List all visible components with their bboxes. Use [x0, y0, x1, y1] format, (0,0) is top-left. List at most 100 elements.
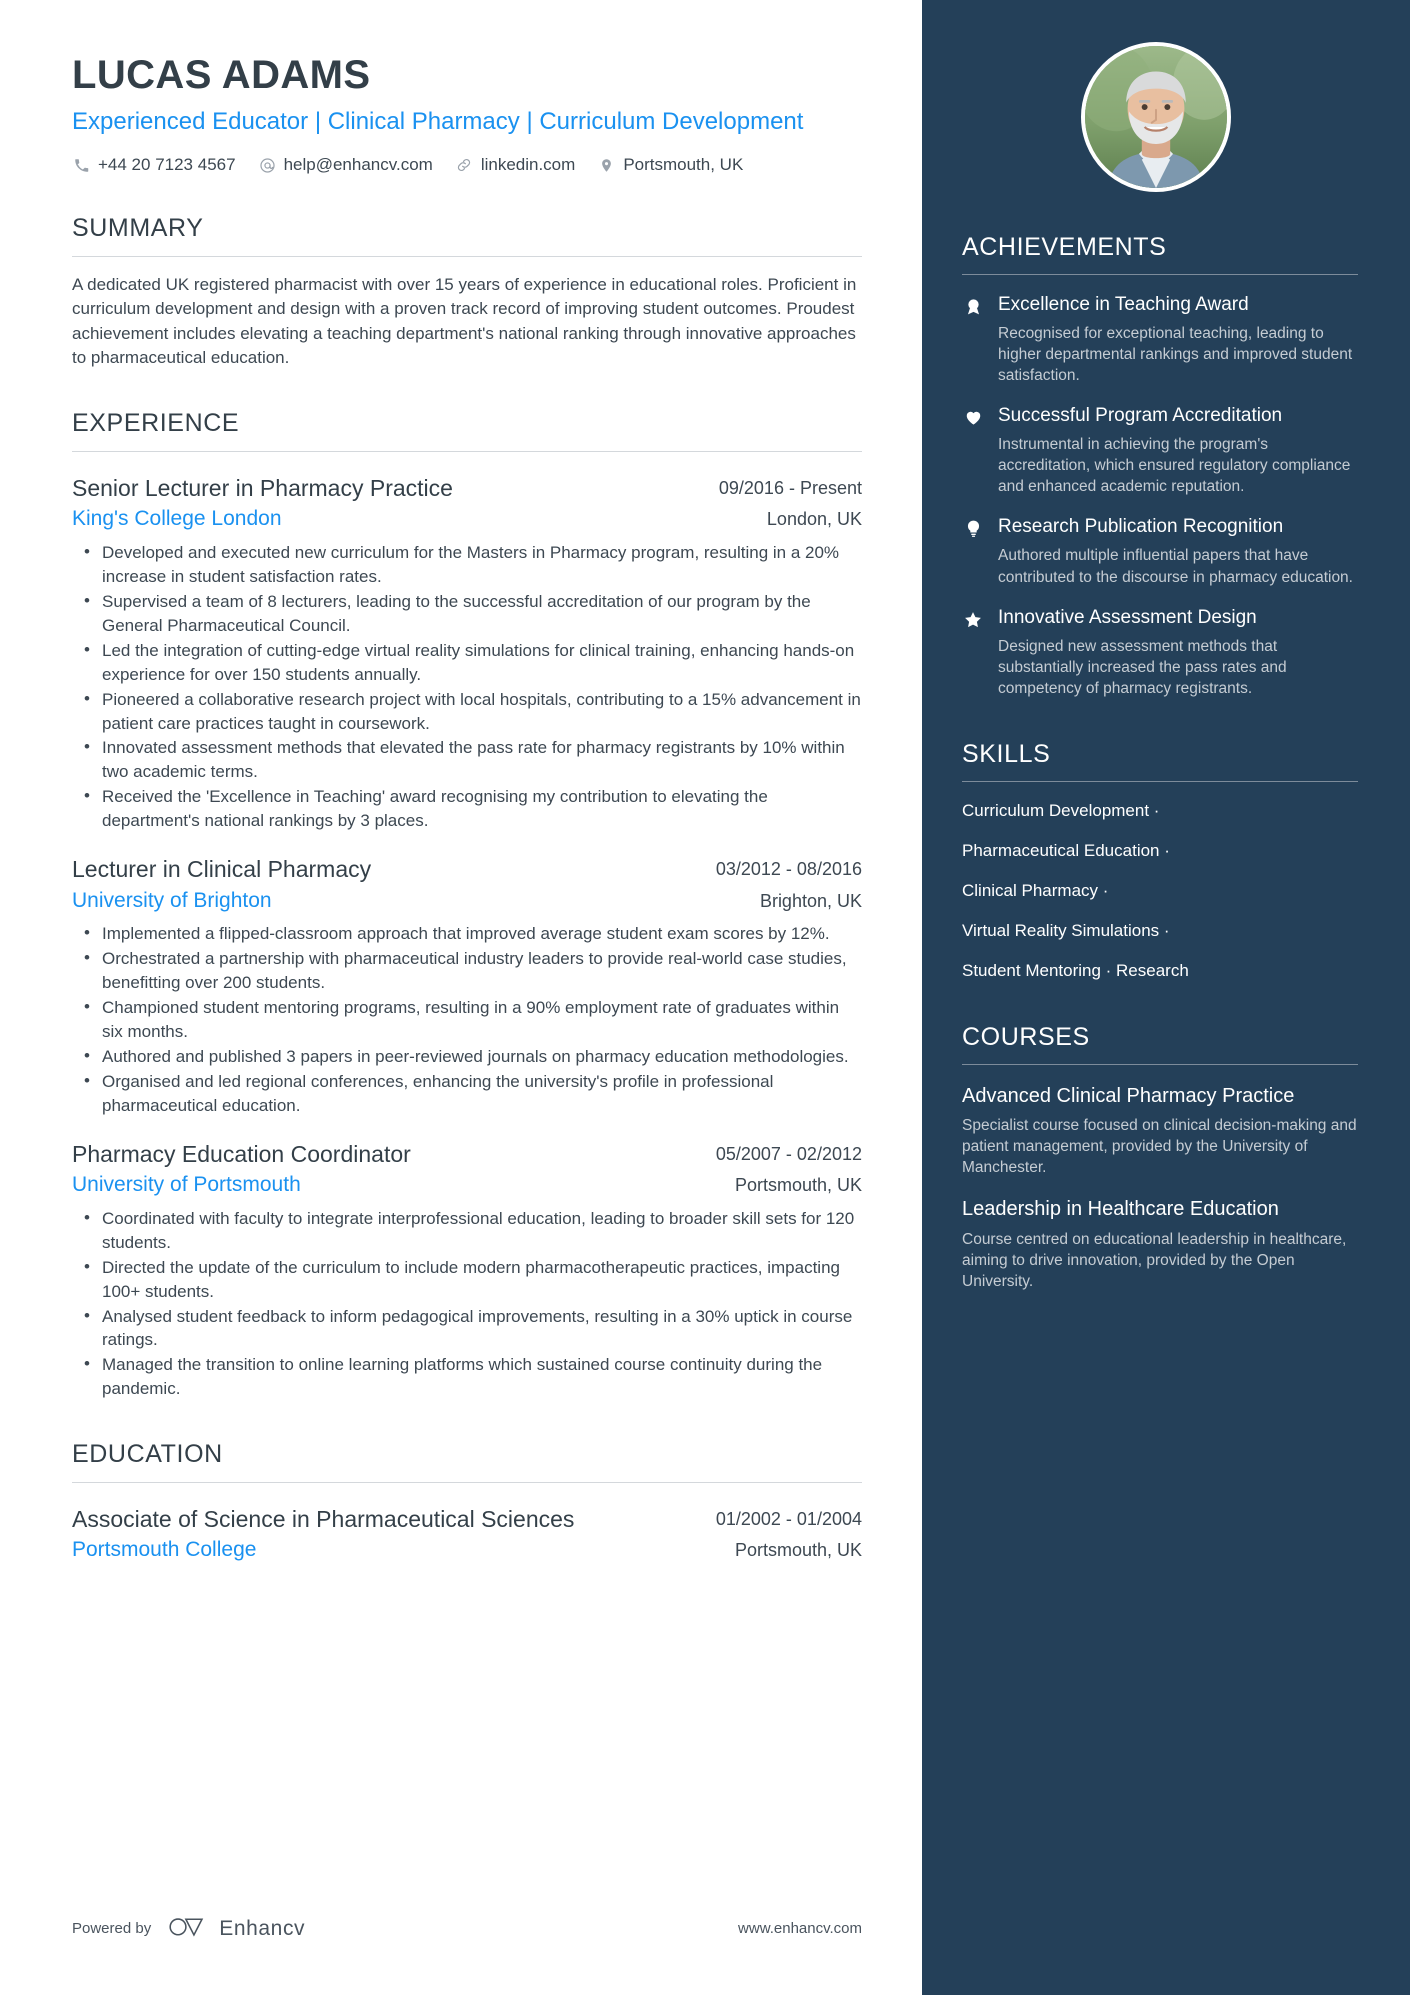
main-column: LUCAS ADAMS Experienced Educator | Clini… [0, 0, 922, 1995]
section-title-courses: COURSES [962, 1023, 1090, 1052]
skill-line: Student Mentoring · Research [962, 960, 1189, 980]
summary-text: A dedicated UK registered pharmacist wit… [72, 274, 857, 367]
job-organization[interactable]: University of Brighton [72, 888, 272, 914]
contact-email-label: help@enhancv.com [283, 155, 433, 175]
list-item: Authored and published 3 papers in peer-… [72, 1044, 862, 1069]
list-item: Pioneered a collaborative research proje… [72, 687, 862, 736]
job-organization[interactable]: King's College London [72, 506, 282, 532]
course-title: Leadership in Healthcare Education [962, 1198, 1279, 1221]
skill-line: Virtual Reality Simulations · [962, 920, 1170, 940]
section-title-summary: SUMMARY [72, 214, 204, 243]
divider [72, 1481, 862, 1483]
avatar-wrap [962, 42, 1358, 192]
achievement-description: Recognised for exceptional teaching, lea… [998, 324, 1353, 384]
experience-entry: Pharmacy Education Coordinator 05/2007 -… [72, 1140, 862, 1402]
section-title-skills: SKILLS [962, 740, 1051, 769]
achievement-description: Authored multiple influential papers tha… [998, 547, 1353, 586]
enhancv-wordmark: Enhancv [219, 1916, 306, 1940]
list-item: Developed and executed new curriculum fo… [72, 540, 862, 589]
contact-linkedin-label: linkedin.com [480, 155, 576, 175]
list-item: Organised and led regional conferences, … [72, 1069, 862, 1118]
contact-email[interactable]: help@enhancv.com [258, 155, 433, 175]
job-location: Portsmouth, UK [734, 1175, 862, 1196]
degree-dates: 01/2002 - 01/2004 [715, 1508, 862, 1529]
list-item: Received the 'Excellence in Teaching' aw… [72, 784, 862, 833]
job-role: Lecturer in Clinical Pharmacy [72, 856, 372, 883]
list-item: Innovated assessment methods that elevat… [72, 735, 862, 784]
experience-entry: Lecturer in Clinical Pharmacy 03/2012 - … [72, 855, 862, 1118]
link-icon [455, 156, 474, 175]
list-item: Managed the transition to online learnin… [72, 1352, 862, 1401]
section-experience: EXPERIENCE Senior Lecturer in Pharmacy P… [72, 410, 862, 1401]
list-item: Led the integration of cutting-edge virt… [72, 638, 862, 687]
job-dates: 03/2012 - 08/2016 [715, 859, 862, 880]
achievement-title: Innovative Assessment Design [998, 606, 1257, 628]
divider [962, 1063, 1358, 1065]
education-entry: Associate of Science in Pharmaceutical S… [72, 1505, 862, 1564]
list-item: Directed the update of the curriculum to… [72, 1255, 862, 1304]
section-education: EDUCATION Associate of Science in Pharma… [72, 1441, 862, 1563]
course-title: Advanced Clinical Pharmacy Practice [962, 1084, 1295, 1107]
headline: Experienced Educator | Clinical Pharmacy… [72, 108, 804, 136]
job-dates: 09/2016 - Present [718, 477, 862, 498]
degree-title: Associate of Science in Pharmaceutical S… [72, 1505, 575, 1532]
course-item: Leadership in Healthcare Education Cours… [962, 1197, 1358, 1292]
skill-line: Clinical Pharmacy · [962, 880, 1109, 900]
contact-row: +44 20 7123 4567 help@enhancv.com linked… [72, 155, 862, 175]
job-bullets: Coordinated with faculty to integrate in… [72, 1206, 862, 1402]
powered-by-block: Powered by Enhancv [72, 1914, 305, 1943]
job-location: Brighton, UK [759, 890, 862, 911]
enhancv-logo[interactable]: Enhancv [168, 1914, 305, 1943]
list-item: Orchestrated a partnership with pharmace… [72, 946, 862, 995]
achievement-item: Excellence in Teaching Award Recognised … [962, 293, 1358, 386]
footer: Powered by Enhancv www.enhancv.com [72, 1914, 862, 1943]
section-title-education: EDUCATION [72, 1440, 223, 1469]
sidebar: ACHIEVEMENTS Excellence in Teaching Awar… [922, 0, 1410, 1995]
achievement-title: Research Publication Recognition [998, 516, 1284, 538]
contact-phone-label: +44 20 7123 4567 [98, 155, 236, 175]
achievement-title: Successful Program Accreditation [998, 404, 1283, 426]
divider [962, 273, 1358, 275]
powered-by-label: Powered by [72, 1920, 152, 1937]
contact-location: Portsmouth, UK [597, 155, 743, 175]
section-title-achievements: ACHIEVEMENTS [962, 233, 1167, 261]
section-achievements: ACHIEVEMENTS Excellence in Teaching Awar… [962, 233, 1358, 699]
school-location: Portsmouth, UK [734, 1540, 862, 1561]
achievement-description: Instrumental in achieving the program's … [998, 436, 1351, 496]
phone-icon [72, 156, 91, 175]
list-item: Analysed student feedback to inform peda… [72, 1304, 862, 1353]
lightbulb-icon [962, 515, 984, 538]
email-icon [258, 156, 277, 175]
page-title: LUCAS ADAMS [72, 53, 371, 97]
list-item: Implemented a flipped-classroom approach… [72, 921, 862, 946]
resume-page: LUCAS ADAMS Experienced Educator | Clini… [0, 0, 1410, 1995]
divider [72, 450, 862, 452]
enhancv-mark-icon [168, 1914, 210, 1943]
divider [962, 780, 1358, 782]
section-skills: SKILLS Curriculum Development · Pharmace… [962, 741, 1358, 982]
job-bullets: Developed and executed new curriculum fo… [72, 540, 862, 834]
list-item: Coordinated with faculty to integrate in… [72, 1206, 862, 1255]
skill-line: Curriculum Development · [962, 800, 1160, 820]
footer-url[interactable]: www.enhancv.com [738, 1920, 862, 1937]
star-icon [962, 606, 984, 630]
achievement-description: Designed new assessment methods that sub… [998, 637, 1287, 697]
section-courses: COURSES Advanced Clinical Pharmacy Pract… [962, 1024, 1358, 1292]
contact-linkedin[interactable]: linkedin.com [455, 155, 576, 175]
avatar [1081, 42, 1231, 192]
achievement-item: Research Publication Recognition Authore… [962, 515, 1358, 587]
course-item: Advanced Clinical Pharmacy Practice Spec… [962, 1084, 1358, 1179]
experience-entry: Senior Lecturer in Pharmacy Practice 09/… [72, 474, 862, 833]
section-summary: SUMMARY A dedicated UK registered pharma… [72, 215, 862, 370]
divider [72, 255, 862, 257]
job-organization[interactable]: University of Portsmouth [72, 1172, 301, 1198]
achievement-item: Successful Program Accreditation Instrum… [962, 404, 1358, 497]
contact-phone[interactable]: +44 20 7123 4567 [72, 155, 236, 175]
heart-icon [962, 404, 984, 427]
contact-location-label: Portsmouth, UK [623, 155, 744, 175]
course-description: Course centred on educational leadership… [962, 1230, 1347, 1290]
skill-line: Pharmaceutical Education · [962, 840, 1170, 860]
school-name[interactable]: Portsmouth College [72, 1537, 256, 1563]
list-item: Supervised a team of 8 lecturers, leadin… [72, 589, 862, 638]
achievement-item: Innovative Assessment Design Designed ne… [962, 606, 1358, 699]
